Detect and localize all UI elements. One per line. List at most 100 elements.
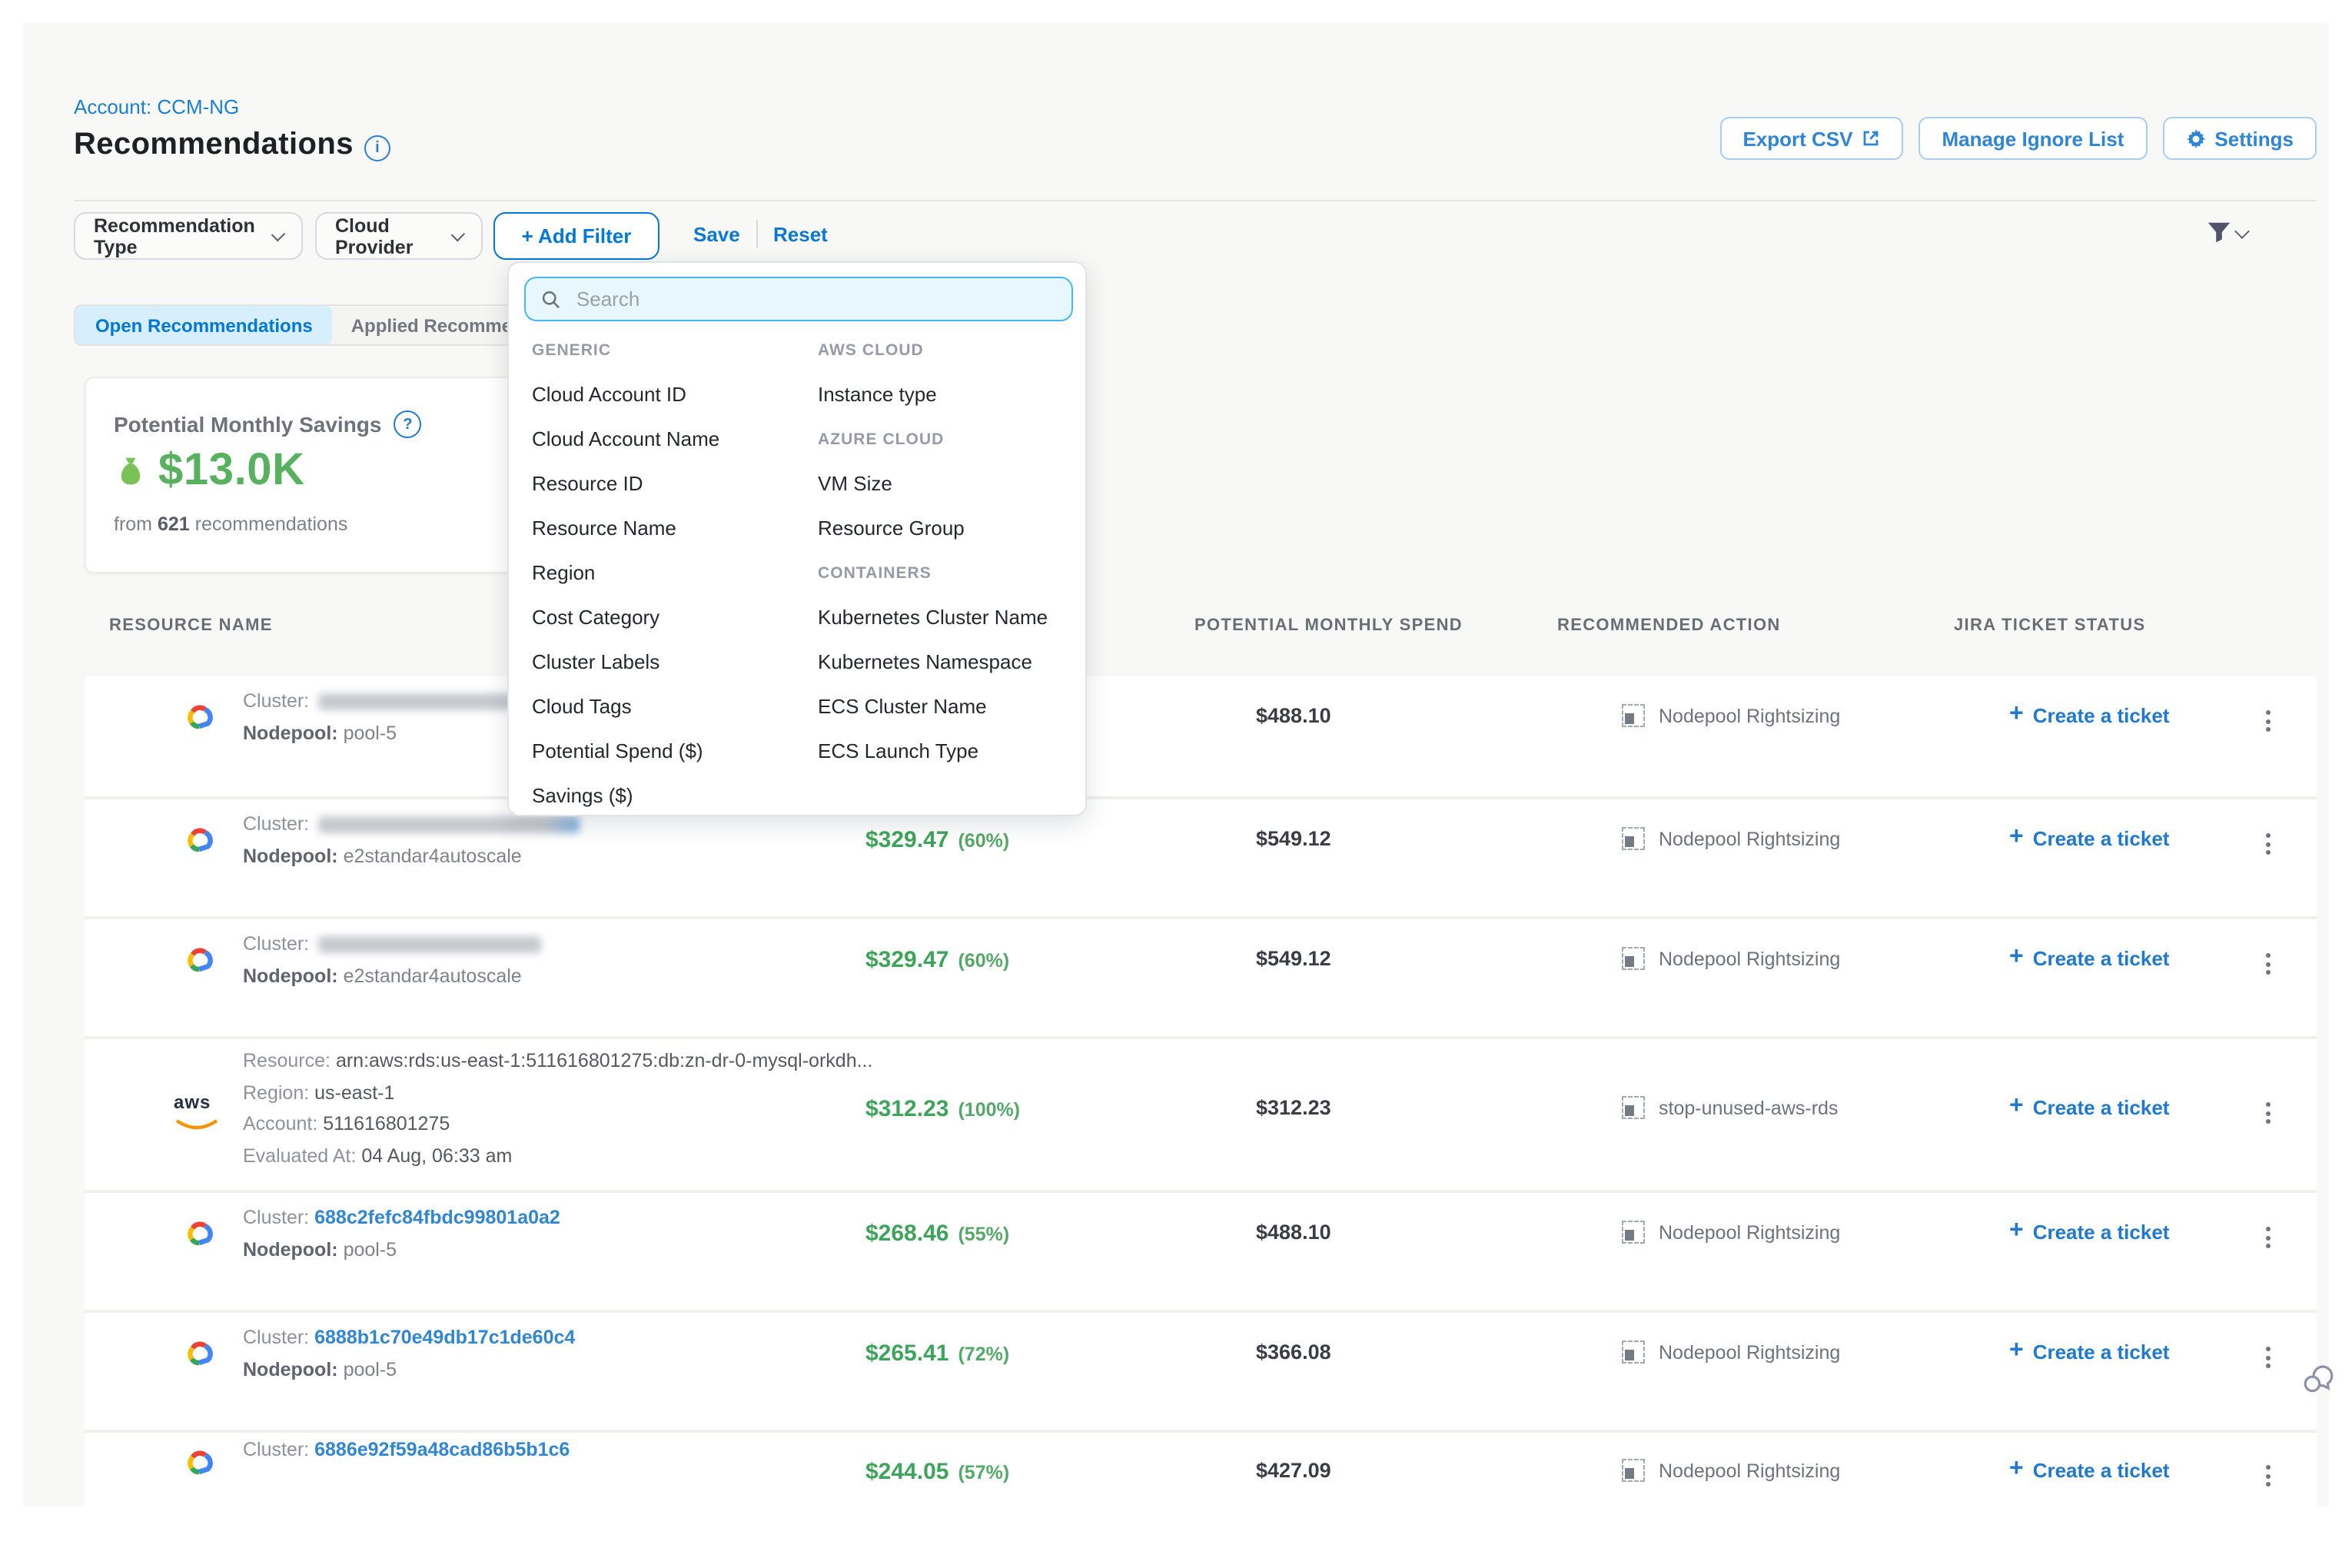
rightsizing-icon — [1622, 947, 1645, 970]
reset-filter-link[interactable]: Reset — [773, 223, 828, 246]
create-ticket-link[interactable]: + Create a ticket — [2009, 947, 2169, 970]
create-ticket-link[interactable]: + Create a ticket — [2009, 1221, 2169, 1244]
recommendation-type-filter[interactable]: Recommendation Type — [74, 212, 303, 260]
nodepool-label: Nodepool: — [243, 1239, 338, 1261]
rightsizing-icon — [1622, 1221, 1645, 1244]
savings-cell: $268.46 (55%) — [865, 1221, 1009, 1247]
add-filter-dropdown: GENERIC Cloud Account ID Cloud Account N… — [507, 261, 1087, 816]
table-row[interactable]: Cluster: 6888b1c70e49db17c1de60c4 Nodepo… — [85, 1310, 2317, 1430]
create-ticket-link[interactable]: + Create a ticket — [2009, 1096, 2169, 1119]
row-menu-button[interactable] — [2260, 827, 2277, 861]
plus-icon: + — [2009, 945, 2024, 969]
table-row[interactable]: Cluster: 688c2fefc84fbdc99801a0a2 Nodepo… — [85, 1190, 2317, 1310]
cluster-link[interactable]: 6886e92f59a48cad86b5b1c6 — [314, 1439, 570, 1460]
table-row[interactable]: Cluster: 6886e92f59a48cad86b5b1c6 $244.0… — [85, 1430, 2317, 1510]
potential-spend-value: $366.08 — [1256, 1340, 1331, 1364]
filter-option[interactable]: Potential Spend ($) — [532, 729, 818, 773]
header-divider — [74, 200, 2317, 201]
filter-option[interactable]: Cloud Account ID — [532, 372, 818, 417]
plus-icon: + — [2009, 1338, 2024, 1363]
row-menu-button[interactable] — [2260, 1221, 2277, 1254]
recommendation-count: 621 — [158, 513, 190, 535]
section-header-azure-cloud: AZURE CLOUD — [818, 417, 1070, 461]
support-chat-button[interactable] — [2300, 1360, 2337, 1405]
chevron-down-icon — [271, 227, 285, 241]
funnel-icon — [2206, 220, 2232, 246]
create-ticket-link[interactable]: + Create a ticket — [2009, 827, 2169, 850]
filter-option[interactable]: Cloud Account Name — [532, 417, 818, 461]
row-menu-button[interactable] — [2260, 704, 2277, 738]
row-menu-button[interactable] — [2260, 1096, 2277, 1130]
savings-label: Potential Monthly Savings — [114, 412, 382, 437]
redacted-cluster-name — [318, 936, 541, 953]
nodepool-label: Nodepool: — [243, 845, 338, 867]
col-header-jira-ticket-status: JIRA TICKET STATUS — [1954, 616, 2145, 635]
cluster-label: Cluster: — [243, 933, 309, 955]
cluster-label: Cluster: — [243, 1327, 309, 1348]
resource-arn: arn:aws:rds:us-east-1:511616801275:db:zn… — [336, 1050, 873, 1071]
filter-search[interactable] — [524, 277, 1073, 321]
row-menu-button[interactable] — [2260, 1459, 2277, 1493]
nodepool-label: Nodepool: — [243, 723, 338, 744]
aws-icon: aws — [174, 1095, 220, 1139]
create-ticket-link[interactable]: + Create a ticket — [2009, 1340, 2169, 1364]
filter-option[interactable]: ECS Launch Type — [818, 729, 1070, 773]
savings-cell: $265.41 (72%) — [865, 1340, 1009, 1367]
create-ticket-link[interactable]: + Create a ticket — [2009, 1459, 2169, 1482]
row-menu-button[interactable] — [2260, 1340, 2277, 1374]
evaluated-at-value: 04 Aug, 06:33 am — [361, 1144, 512, 1166]
table-row[interactable]: Cluster: Nodepool: e2standar4autoscale $… — [85, 916, 2317, 1036]
filter-search-input[interactable] — [573, 286, 1056, 312]
filter-option[interactable]: Instance type — [818, 372, 1070, 417]
potential-spend-value: $549.12 — [1256, 947, 1331, 970]
cluster-link[interactable]: 6888b1c70e49db17c1de60c4 — [314, 1327, 575, 1348]
filter-option[interactable]: Cost Category — [532, 595, 818, 639]
savings-amount: $13.0K — [158, 446, 305, 497]
external-link-icon — [1862, 129, 1880, 148]
filter-option[interactable]: ECS Cluster Name — [818, 684, 1070, 729]
info-icon[interactable]: i — [364, 135, 390, 161]
gcp-icon — [180, 822, 220, 864]
rightsizing-icon — [1622, 1096, 1645, 1119]
cluster-link[interactable]: 688c2fefc84fbdc99801a0a2 — [314, 1207, 560, 1228]
filter-panel-toggle[interactable] — [2206, 220, 2247, 246]
tab-open-recommendations[interactable]: Open Recommendations — [75, 306, 333, 344]
filter-option[interactable]: Resource ID — [532, 461, 818, 506]
add-filter-button[interactable]: + Add Filter — [493, 212, 659, 260]
recommended-action: Nodepool Rightsizing — [1622, 1221, 1840, 1244]
save-filter-link[interactable]: Save — [693, 223, 740, 246]
rightsizing-icon — [1622, 1459, 1645, 1482]
create-ticket-link[interactable]: + Create a ticket — [2009, 704, 2169, 727]
filter-option[interactable]: VM Size — [818, 461, 1070, 506]
recommended-action: Nodepool Rightsizing — [1622, 827, 1840, 850]
filter-option[interactable]: Cloud Tags — [532, 684, 818, 729]
cloud-provider-filter[interactable]: Cloud Provider — [315, 212, 483, 260]
table-row[interactable]: Cluster: Nodepool: e2standar4autoscale $… — [85, 796, 2317, 916]
filter-links-divider — [756, 220, 758, 247]
page-background: Account: CCM-NG Recommendations i Export… — [23, 23, 2329, 1507]
table-row[interactable]: aws Resource: arn:aws:rds:us-east-1:5116… — [85, 1036, 2317, 1190]
filter-option[interactable]: Kubernetes Namespace — [818, 639, 1070, 684]
breadcrumb[interactable]: Account: CCM-NG — [74, 95, 239, 118]
savings-cell: $329.47 (60%) — [865, 827, 1009, 853]
recommended-action: stop-unused-aws-rds — [1622, 1096, 1838, 1119]
section-header-containers: CONTAINERS — [818, 550, 1070, 595]
gcp-icon — [180, 1445, 220, 1487]
filter-option[interactable]: Region — [532, 550, 818, 595]
plus-icon: + — [2009, 1094, 2024, 1118]
help-icon[interactable]: ? — [394, 410, 422, 438]
row-menu-button[interactable] — [2260, 947, 2277, 981]
col-header-resource-name: RESOURCE NAME — [109, 616, 273, 635]
filter-option[interactable]: Resource Name — [532, 506, 818, 550]
settings-button[interactable]: Settings — [2162, 117, 2317, 160]
redacted-cluster-name — [318, 816, 580, 833]
export-csv-button[interactable]: Export CSV — [1719, 117, 1903, 160]
filter-option[interactable]: Cluster Labels — [532, 639, 818, 684]
filter-option[interactable]: Resource Group — [818, 506, 1070, 550]
savings-cell: $329.47 (60%) — [865, 947, 1009, 973]
filter-option[interactable]: Kubernetes Cluster Name — [818, 595, 1070, 639]
manage-ignore-list-button[interactable]: Manage Ignore List — [1918, 117, 2147, 160]
col-header-recommended-action: RECOMMENDED ACTION — [1557, 616, 1781, 635]
filter-option[interactable]: Savings ($) — [532, 773, 818, 818]
table-row[interactable]: Cluster: Nodepool: pool-5 $488.10 Nodepo… — [85, 676, 2317, 796]
